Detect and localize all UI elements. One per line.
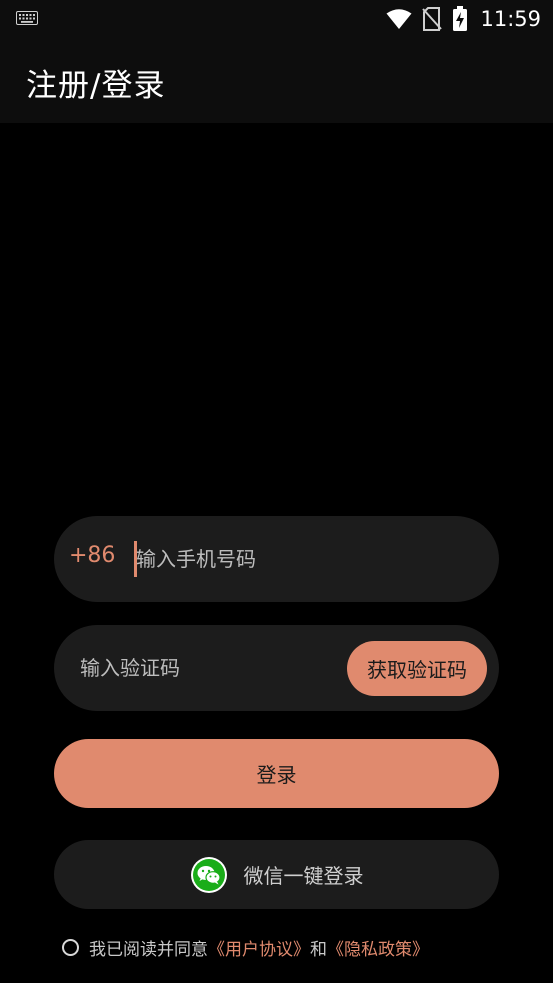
status-bar: 11:59 xyxy=(0,0,553,38)
agreement-text: 我已阅读并同意 xyxy=(89,939,208,960)
status-icons: 11:59 xyxy=(376,6,541,32)
phone-field[interactable]: +86 xyxy=(54,516,499,602)
agreement-radio[interactable] xyxy=(62,938,79,956)
page-title: 注册/登录 xyxy=(26,68,166,104)
battery-charging-icon xyxy=(453,6,468,31)
wechat-login-button[interactable]: 微信一键登录 xyxy=(54,840,499,909)
country-code[interactable]: +86 xyxy=(69,543,115,568)
wifi-icon xyxy=(386,9,412,29)
verification-code-input[interactable] xyxy=(80,652,340,684)
clock: 11:59 xyxy=(480,7,541,31)
agreement-row: 我已阅读并同意 《用户协议》 和 《隐私政策》 xyxy=(62,934,429,960)
user-agreement-link[interactable]: 《用户协议》 xyxy=(208,935,310,960)
wechat-login-label: 微信一键登录 xyxy=(243,864,364,888)
privacy-policy-link[interactable]: 《隐私政策》 xyxy=(327,935,429,960)
phone-input[interactable] xyxy=(136,543,466,575)
no-sim-icon xyxy=(422,7,443,31)
agreement-conjunction: 和 xyxy=(310,939,327,960)
wechat-icon xyxy=(190,856,227,893)
get-code-button[interactable]: 获取验证码 xyxy=(347,641,487,696)
verification-code-field[interactable]: 获取验证码 xyxy=(54,625,499,711)
app-bar: 注册/登录 xyxy=(0,38,553,123)
login-button[interactable]: 登录 xyxy=(54,739,499,808)
keyboard-icon xyxy=(16,11,38,25)
